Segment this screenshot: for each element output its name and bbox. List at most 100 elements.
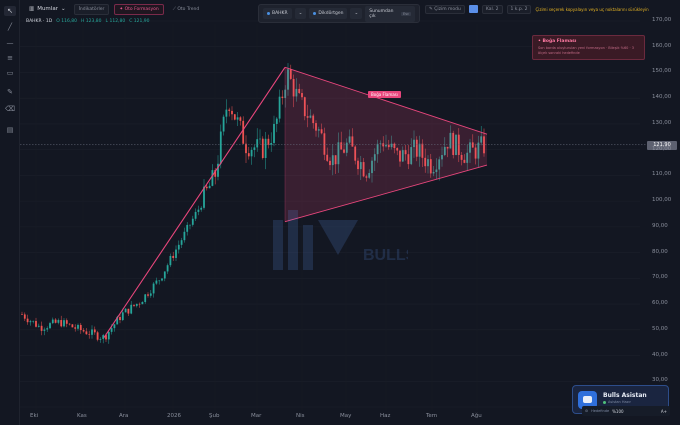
ohlc-high: H 123,80 [80,19,102,24]
pattern-alert[interactable]: • Boğa Flaması Son barda oluşturulan yen… [532,35,645,60]
x-tick-label: Şub [209,413,220,419]
trash-icon[interactable]: ▤ [4,125,16,135]
candle-body [259,138,261,140]
alert-title: • Boğa Flaması [538,39,577,44]
candle-body [242,120,245,144]
assistant-input-bar[interactable]: ⚙ Hedefinde %100 A+ [582,406,670,416]
candle-body [107,331,110,340]
pattern-pole [103,67,286,338]
candle-body [219,131,222,164]
candle-body [79,324,82,331]
candle-body [23,314,26,319]
candle-body [46,328,49,330]
chart-type-button[interactable]: ▥ Mumlar ⌄ [26,6,69,12]
candle-body [211,170,214,186]
candle-body [65,320,68,324]
x-tick-label: 2026 [167,413,181,419]
x-tick-label: May [340,413,352,419]
assistant-title: Bulls Asistan [603,392,647,399]
candle-body [261,138,264,158]
chevron-down-icon: ⌄ [60,6,66,12]
candle-body [119,316,121,321]
alert-body: Son barda oluşturulan yeni formasyon · B… [538,46,634,55]
auto-trend-button[interactable]: ⟋ Oto Trend [169,4,203,14]
candle-body [253,147,256,150]
candle-body [77,324,79,329]
candle-body [96,332,99,340]
y-tick-label: 120,00 [652,145,672,152]
candle-body [88,334,91,335]
candle-body [37,325,40,327]
candle-body [93,329,96,333]
pattern-label[interactable]: Boğa Flaması [368,91,401,98]
candle-body [208,185,211,189]
drawing-tool-select[interactable]: Dikdörtgen [309,8,348,19]
candle-body [169,255,172,266]
y-tick-label: 40,00 [652,351,668,358]
candle-body [54,319,57,323]
candle-body [35,320,37,327]
candle-body [225,109,228,117]
more-button[interactable]: ⌄ [294,8,307,19]
candle-body [270,142,273,145]
ohlc-symbol: BAHKR · 1D [26,19,53,24]
ohlc-low: L 112,80 [105,19,126,24]
width-select[interactable]: Kal. 2 [481,4,503,14]
fib-icon[interactable]: ≡ [4,53,16,63]
candle-body [133,304,135,306]
y-tick-label: 170,00 [652,17,672,23]
candle-body [177,244,180,250]
candle-body [163,271,166,279]
candle-body [149,293,152,296]
candle-body [60,320,63,327]
watermark-logo: BULLS [273,210,408,270]
candle-body [194,211,197,219]
candle-body [200,207,203,210]
candle-body [135,303,138,306]
candle-body [144,294,147,302]
y-tick-label: 60,00 [652,300,668,307]
cursor-icon[interactable]: ↖ [4,6,16,16]
style-select[interactable]: 1 k.p. 2 [506,4,532,14]
y-tick-label: 110,00 [652,171,672,178]
candle-body [189,224,191,226]
auto-patterns-button[interactable]: ✦ Oto Formasyon [114,3,164,15]
candle-body [256,139,259,148]
y-tick-label: 100,00 [652,197,672,204]
candle-body [49,323,51,329]
candle-body [91,329,93,335]
y-tick-label: 70,00 [652,274,668,281]
exit-presentation-button[interactable]: Sunumdan çık Esc [365,5,415,22]
candle-body [57,320,60,323]
y-tick-label: 80,00 [652,248,668,255]
candle-body [183,231,186,241]
candle-body [74,327,77,329]
assistant-status: Asistan Hazır [603,400,631,404]
horizontal-line-icon[interactable]: — [4,38,16,48]
trendline-icon[interactable]: ╱ [4,22,16,32]
y-tick-label: 90,00 [652,222,668,229]
ohlc-close: C 121,90 [129,19,150,24]
brush-icon[interactable]: ✎ [4,87,16,97]
candle-body [147,294,149,296]
candle-body [40,325,43,331]
zoom-button[interactable]: A+ [661,409,667,414]
candle-body [245,143,247,154]
x-tick-label: Ağu [471,413,482,419]
drawing-tool-chevron[interactable]: ⌄ [350,8,363,19]
candle-body [281,96,284,98]
candle-body [29,321,32,323]
candle-body [26,318,29,323]
svg-text:BULLS: BULLS [363,247,408,264]
candle-body [175,249,177,258]
draw-mode-toggle[interactable]: ✎ Çizim modu [425,4,465,14]
eraser-icon[interactable]: ⌫ [4,104,16,114]
candle-body [222,116,225,132]
x-tick-label: Kas [77,413,87,419]
candle-body [85,331,88,335]
rectangle-icon[interactable]: ▭ [4,68,16,78]
symbol-select[interactable]: BAHKR [263,8,292,19]
color-swatch[interactable] [468,5,478,13]
candle-body [21,314,23,315]
indicators-button[interactable]: İndikatörler [73,3,110,15]
